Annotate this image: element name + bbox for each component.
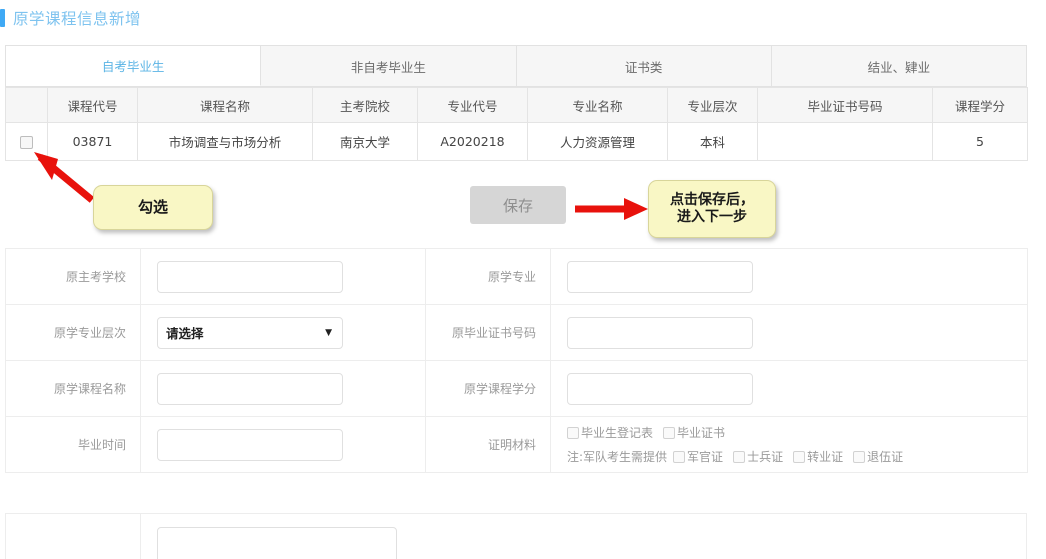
cell-major-level: 本科 xyxy=(667,122,758,161)
cell-diploma-number xyxy=(757,122,933,161)
page-title: 原学课程信息新增 xyxy=(0,6,141,30)
checkbox-box[interactable] xyxy=(733,450,746,463)
column-header-course-name: 课程名称 xyxy=(137,87,313,123)
field-original-course-name[interactable] xyxy=(140,360,426,417)
label-proof-material: 证明材料 xyxy=(425,416,551,473)
partial-row-label-cell xyxy=(6,514,141,559)
checkbox-label: 毕业生登记表 xyxy=(581,426,654,440)
partial-row-inner xyxy=(5,513,1027,559)
proof-material-line-1: 毕业生登记表 毕业证书 xyxy=(567,424,1027,441)
form-row-course-name-credits: 原学课程名称 原学课程学分 xyxy=(5,360,1028,417)
label-original-course-name: 原学课程名称 xyxy=(5,360,141,417)
checkbox-diploma[interactable]: 毕业证书 xyxy=(663,424,725,441)
tab-bar: 自考毕业生 非自考毕业生 证书类 结业、肄业 xyxy=(5,45,1027,87)
original-course-form: 原主考学校 原学专业 原学专业层次 请选择 ▼ 原毕业证书号码 原学课程名称 原… xyxy=(5,248,1028,473)
column-header-diploma-number: 毕业证书号码 xyxy=(757,87,933,123)
field-original-host-school[interactable] xyxy=(140,248,426,305)
label-original-host-school: 原主考学校 xyxy=(5,248,141,305)
column-header-course-code: 课程代号 xyxy=(47,87,138,123)
checkbox-box[interactable] xyxy=(663,426,676,439)
checkbox-officer-certificate[interactable]: 军官证 xyxy=(673,448,723,465)
checkbox-box[interactable] xyxy=(567,426,579,439)
original-diploma-number-input[interactable] xyxy=(567,316,753,349)
table-header-row: 课程代号 课程名称 主考院校 专业代号 专业名称 专业层次 毕业证书号码 课程学… xyxy=(5,87,1028,123)
checkbox-transfer-certificate[interactable]: 转业证 xyxy=(793,448,843,465)
checkbox-label: 退伍证 xyxy=(867,450,904,464)
column-header-course-credits: 课程学分 xyxy=(932,87,1028,123)
title-accent-bar xyxy=(0,9,5,27)
tab-completion-incomplete[interactable]: 结业、肄业 xyxy=(771,46,1026,86)
form-row-partial-bottom xyxy=(5,513,1027,559)
label-original-major-level: 原学专业层次 xyxy=(5,304,141,361)
tab-non-zikao-graduates[interactable]: 非自考毕业生 xyxy=(261,46,517,86)
graduation-time-input[interactable] xyxy=(157,428,343,461)
tab-certificate[interactable]: 证书类 xyxy=(516,46,772,86)
original-course-name-input[interactable] xyxy=(157,372,343,405)
column-header-major-name: 专业名称 xyxy=(527,87,668,123)
checkbox-discharge-certificate[interactable]: 退伍证 xyxy=(853,448,903,465)
original-host-school-input[interactable] xyxy=(157,260,343,293)
tab-label: 证书类 xyxy=(624,59,663,75)
cell-course-code: 03871 xyxy=(47,122,138,161)
checkbox-soldier-certificate[interactable]: 士兵证 xyxy=(733,448,783,465)
label-original-course-credits: 原学课程学分 xyxy=(425,360,551,417)
column-header-major-level: 专业层次 xyxy=(667,87,758,123)
field-original-diploma-number[interactable] xyxy=(550,304,1028,361)
form-row-graduation-proof: 毕业时间 证明材料 毕业生登记表 毕业证书 注:军队考生需提供 军官证 士兵证 … xyxy=(5,416,1028,473)
page-root: 原学课程信息新增 自考毕业生 非自考毕业生 证书类 结业、肄业 课程代号 课程名… xyxy=(0,0,1046,559)
tab-label: 非自考毕业生 xyxy=(350,59,426,75)
field-original-major[interactable] xyxy=(550,248,1028,305)
field-original-major-level[interactable]: 请选择 ▼ xyxy=(140,304,426,361)
field-proof-material: 毕业生登记表 毕业证书 注:军队考生需提供 军官证 士兵证 转业证 退伍证 xyxy=(550,416,1028,473)
tab-label: 结业、肄业 xyxy=(867,59,931,75)
checkbox-label: 毕业证书 xyxy=(677,426,726,440)
checkbox-graduate-registration-form[interactable]: 毕业生登记表 xyxy=(567,424,653,441)
cell-course-credits: 5 xyxy=(932,122,1028,161)
tab-zikao-graduates[interactable]: 自考毕业生 xyxy=(6,46,262,86)
label-original-major: 原学专业 xyxy=(425,248,551,305)
callout-check-row: 勾选 xyxy=(93,185,213,230)
checkbox-label: 军官证 xyxy=(687,450,724,464)
field-graduation-time[interactable] xyxy=(140,416,426,473)
proof-material-note: 注:军队考生需提供 xyxy=(567,450,668,464)
column-header-host-school: 主考院校 xyxy=(312,87,418,123)
row-checkbox[interactable] xyxy=(20,136,33,149)
column-header-major-code: 专业代号 xyxy=(417,87,528,123)
label-original-diploma-number: 原毕业证书号码 xyxy=(425,304,551,361)
page-title-text: 原学课程信息新增 xyxy=(13,10,142,28)
original-major-input[interactable] xyxy=(567,260,753,293)
row-select-cell[interactable] xyxy=(5,122,48,161)
cell-major-name: 人力资源管理 xyxy=(527,122,668,161)
cell-host-school: 南京大学 xyxy=(312,122,418,161)
checkbox-label: 转业证 xyxy=(807,450,844,464)
partial-row-textarea[interactable] xyxy=(157,527,397,559)
checkbox-box[interactable] xyxy=(793,450,806,463)
select-all-header xyxy=(5,87,48,123)
label-graduation-time: 毕业时间 xyxy=(5,416,141,473)
tab-label: 自考毕业生 xyxy=(101,59,165,74)
checkbox-box[interactable] xyxy=(673,450,686,463)
proof-material-group: 毕业生登记表 毕业证书 注:军队考生需提供 军官证 士兵证 转业证 退伍证 xyxy=(567,420,1027,469)
original-major-level-select[interactable]: 请选择 ▼ xyxy=(157,316,343,349)
save-button[interactable]: 保存 xyxy=(470,186,566,224)
checkbox-box[interactable] xyxy=(853,450,866,463)
checkbox-label: 士兵证 xyxy=(747,450,784,464)
course-table: 课程代号 课程名称 主考院校 专业代号 专业名称 专业层次 毕业证书号码 课程学… xyxy=(5,87,1028,161)
proof-material-line-2: 注:军队考生需提供 军官证 士兵证 转业证 退伍证 xyxy=(567,448,1027,465)
callout-after-save: 点击保存后， 进入下一步 xyxy=(648,180,776,238)
partial-row-field-cell[interactable] xyxy=(141,514,397,559)
form-row-school-major: 原主考学校 原学专业 xyxy=(5,248,1028,305)
field-original-course-credits[interactable] xyxy=(550,360,1028,417)
chevron-down-icon: ▼ xyxy=(325,327,332,338)
form-row-level-diploma: 原学专业层次 请选择 ▼ 原毕业证书号码 xyxy=(5,304,1028,361)
cell-course-name: 市场调查与市场分析 xyxy=(137,122,313,161)
cell-major-code: A2020218 xyxy=(417,122,528,161)
select-value: 请选择 xyxy=(166,326,204,341)
table-row: 03871 市场调查与市场分析 南京大学 A2020218 人力资源管理 本科 … xyxy=(5,122,1028,161)
original-course-credits-input[interactable] xyxy=(567,372,753,405)
